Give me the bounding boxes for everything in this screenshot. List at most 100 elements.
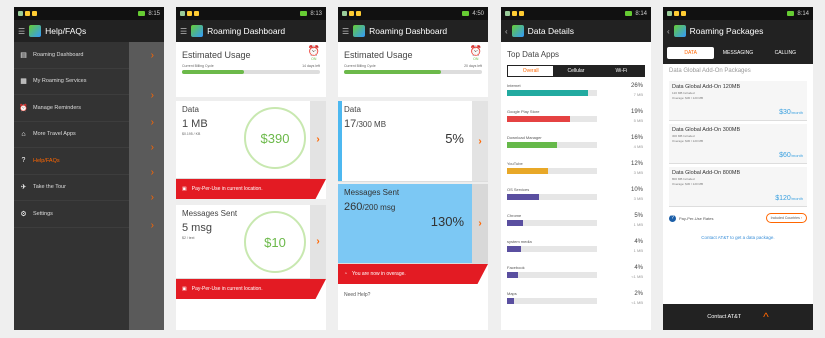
app-name: Google Play Store [507, 109, 540, 114]
footer-label: Contact AT&T [707, 314, 742, 320]
clock: 8:15 [148, 10, 160, 17]
data-card[interactable]: Data 1 MB $0.195 / KB $390 › [176, 97, 326, 179]
tab-calling[interactable]: CALLING [762, 47, 809, 59]
footer-bar[interactable]: Contact AT&T ^ [663, 304, 813, 330]
messages-card[interactable]: Messages Sent 5 msg $2 / text $10 › [176, 199, 326, 279]
app-size: <1 MB [631, 300, 643, 305]
messages-value: 260 [344, 201, 363, 213]
alarm-icon[interactable]: ⏰ ON [308, 46, 320, 61]
drawer-icon[interactable]: ☰ [180, 27, 187, 36]
drawer-item[interactable]: ? Help/FAQs [14, 148, 129, 175]
tab-data[interactable]: DATA [667, 47, 715, 59]
package-card[interactable]: Data Global Add-On 300MB 300 MB Included… [669, 124, 807, 164]
included-countries-button[interactable]: Included Countries › [765, 213, 807, 223]
tab-cellular[interactable]: Cellular [553, 66, 599, 76]
section-heading: Top Data Apps [507, 50, 560, 59]
phone-dashboard-payperuse: 8:13 ☰ Roaming Dashboard Estimated Usage… [176, 7, 326, 330]
data-detail-button[interactable]: › [310, 101, 326, 178]
list-item[interactable]: YouTube 12% 3 MB [501, 159, 651, 185]
tab-wifi[interactable]: Wi-Fi [598, 66, 644, 76]
drawer-item[interactable]: ▤ Roaming Dashboard [14, 42, 129, 69]
price-value: $60 [779, 152, 791, 159]
app-bar[interactable]: ☰ Roaming Dashboard [176, 20, 326, 42]
app-bar[interactable]: ‹ Roaming Packages [663, 20, 813, 42]
back-icon[interactable]: ‹ [505, 27, 508, 36]
tab-messaging[interactable]: MESSAGING [714, 47, 761, 59]
app-percent: 12% [630, 161, 643, 167]
drawer-item[interactable]: ▦ My Roaming Services [14, 69, 129, 95]
chevron-up-icon[interactable]: ^ [763, 310, 769, 324]
nav-drawer: ▤ Roaming Dashboard ▦ My Roaming Services ⏰ M… [14, 42, 129, 330]
drawer-icon[interactable]: ☰ [342, 27, 349, 36]
reminder-icon: ⏰ [19, 104, 28, 112]
app-logo-icon [29, 25, 42, 37]
list-item[interactable]: Download Manager 16% 4 MB [501, 133, 651, 159]
usage-bar-fill [507, 272, 518, 278]
list-item[interactable]: Internet 26% 7 MB [501, 81, 651, 107]
app-bar[interactable]: ☰ Help/FAQs [14, 20, 164, 42]
back-icon[interactable]: ‹ [667, 27, 670, 36]
help-icon: ? [21, 157, 26, 165]
drawer-item-label: Roaming Dashboard [33, 51, 84, 58]
tab-overall[interactable]: Overall [508, 66, 554, 76]
page-title: Roaming Dashboard [207, 26, 286, 36]
list-item[interactable]: Google Play Store 19% 5 MB [501, 107, 651, 133]
app-percent: 19% [630, 109, 643, 115]
drawer-item[interactable]: ⚙ Settings [14, 201, 129, 228]
payperuse-alert: ▣ Pay-Per-Use in current location. [176, 179, 326, 199]
package-card[interactable]: Data Global Add-On 800MB 800 MB Included… [669, 167, 807, 207]
data-detail-button[interactable]: › [472, 101, 488, 181]
app-size: 3 MB [633, 170, 643, 175]
list-item[interactable]: Maps 2% <1 MB [501, 289, 651, 315]
drawer-item[interactable]: ⌂ More Travel Apps [14, 122, 129, 148]
alarm-icon[interactable]: ⏰ ON [470, 46, 482, 61]
services-icon: ▦ [20, 78, 27, 86]
status-bar: 4:50 [338, 7, 488, 20]
need-help-link[interactable]: Need Help? [338, 284, 488, 306]
alarm-status: ON [311, 57, 317, 61]
cycle-progress [182, 70, 320, 74]
usage-bar-fill [507, 90, 588, 96]
app-size: 5 MB [633, 118, 643, 123]
app-percent: 4% [634, 265, 643, 271]
app-size: <1 MB [631, 274, 643, 279]
usage-title: Estimated Usage [344, 50, 413, 60]
data-total: /300 MB [356, 120, 387, 129]
drawer-item[interactable]: ✈ Take the Tour [14, 175, 129, 201]
messages-label: Messages Sent [182, 209, 238, 218]
list-item[interactable]: system media 4% 1 MB [501, 237, 651, 263]
app-size: 1 MB [633, 248, 643, 253]
status-bar: 8:14 [501, 7, 651, 20]
messages-card[interactable]: Messages Sent 260/200 msg 130% › [338, 182, 488, 264]
app-bar[interactable]: ☰ Roaming Dashboard [338, 20, 488, 42]
usage-bar-fill [507, 194, 539, 200]
dashboard-icon: ▤ [20, 51, 27, 59]
price-value: $120 [775, 195, 791, 202]
app-percent: 5% [634, 213, 643, 219]
package-card[interactable]: Data Global Add-On 120MB 120 MB Included… [669, 81, 807, 121]
dimmed-content[interactable]: › › › › › › › [129, 42, 164, 330]
list-item[interactable]: OS Services 10% 3 MB [501, 185, 651, 211]
data-card[interactable]: Data 17/300 MB 5% › [338, 97, 488, 182]
ppu-rates-link[interactable]: ? Pay-Per-Use Rates [669, 214, 713, 222]
package-overage: Overage: $30 / 120 MB [672, 139, 704, 143]
usage-header: Estimated Usage ⏰ ON Current Billing Cycl… [338, 42, 488, 97]
list-item[interactable]: Facebook 4% <1 MB [501, 263, 651, 289]
drawer-icon[interactable]: ☰ [18, 27, 25, 36]
alert-text: Pay-Per-Use in current location. [191, 186, 263, 192]
drawer-item[interactable]: ⏰ Manage Reminders [14, 95, 129, 122]
package-price: $120/month [775, 195, 803, 202]
messages-detail-button[interactable]: › [472, 184, 488, 263]
list-item[interactable]: Chrome 5% 1 MB [501, 211, 651, 237]
package-price: $60/month [779, 152, 803, 159]
app-bar[interactable]: ‹ Data Details [501, 20, 651, 42]
messages-total: /200 msg [362, 203, 396, 212]
contact-link[interactable]: Contact AT&T to get a data package. [663, 229, 813, 246]
chevron-right-icon: › [800, 216, 802, 220]
usage-title: Estimated Usage [182, 50, 251, 60]
clock: 8:14 [797, 10, 809, 17]
status-bar: 8:13 [176, 7, 326, 20]
messages-detail-button[interactable]: › [310, 205, 326, 278]
price-unit: /month [790, 196, 803, 201]
alarm-status: ON [473, 57, 479, 61]
